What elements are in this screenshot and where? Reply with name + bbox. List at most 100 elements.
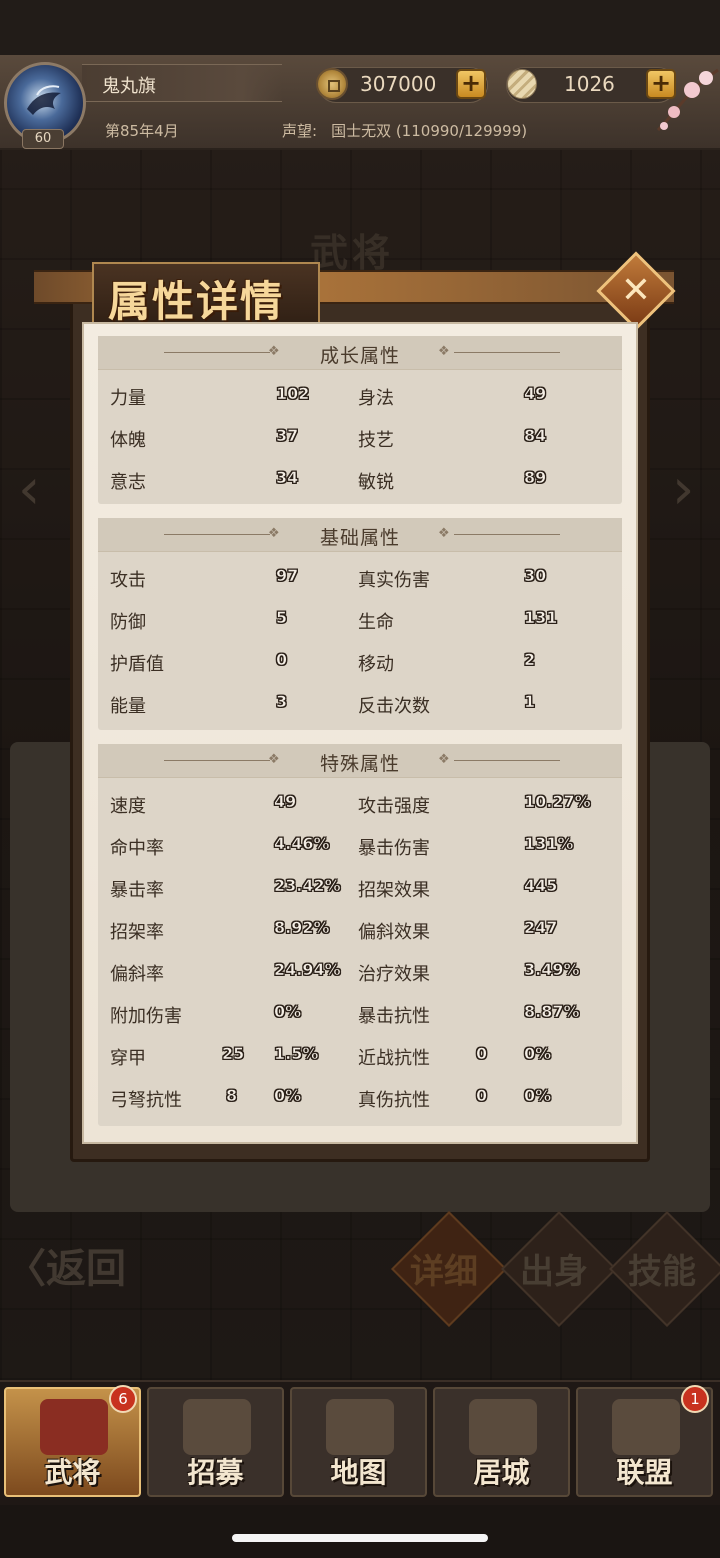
stat-value: 97	[276, 566, 299, 586]
stat-base-value: 0	[476, 1086, 488, 1106]
fame-info: 声望: 国士无双 (110990/129999)	[282, 120, 527, 141]
level-badge: 60	[22, 129, 64, 149]
stat-label: 暴击伤害	[358, 838, 430, 859]
stat-label: 暴击抗性	[358, 1006, 430, 1027]
stat-label: 真伤抗性	[358, 1090, 430, 1111]
stat-label: 速度	[110, 796, 146, 817]
stat-value: 0%	[274, 1086, 302, 1106]
stat-base-value: 0	[476, 1044, 488, 1064]
coin-icon	[316, 68, 348, 100]
fame-label: 声望:	[282, 122, 318, 140]
nav-label: 联盟	[616, 1456, 673, 1489]
stat-value: 0%	[524, 1044, 552, 1064]
special-attributes-section: ❖ 特殊属性 ❖ 速度 49 攻击强度 10.27% 命中率 4.46% 暴击伤…	[98, 744, 622, 1126]
stat-label: 护盾值	[110, 654, 164, 675]
ornament-icon: ❖	[438, 752, 450, 767]
stat-value: 34	[276, 468, 299, 488]
stat-value: 102	[276, 384, 310, 404]
katana-icon	[183, 1399, 251, 1455]
season-date: 第85年4月	[105, 122, 179, 140]
stat-label: 弓弩抗性	[110, 1090, 182, 1111]
cherry-blossom-icon	[656, 68, 719, 132]
basic-attributes-section: ❖ 基础属性 ❖ 攻击 97 真实伤害 30 防御 5 生命 131 护盾值 0…	[98, 518, 622, 730]
nav-label: 武将	[44, 1456, 101, 1489]
stat-label: 命中率	[110, 838, 164, 859]
stat-label: 穿甲	[110, 1048, 146, 1069]
status-bar-area	[0, 0, 720, 60]
section-title: 特殊属性	[319, 753, 400, 775]
nav-generals[interactable]: 武将 6	[4, 1385, 141, 1497]
castle-icon	[469, 1399, 537, 1455]
nav-label: 地图	[330, 1456, 387, 1489]
nav-alliance[interactable]: 联盟 1	[576, 1385, 713, 1497]
add-gold-button[interactable]: +	[456, 69, 486, 99]
stat-base-value: 8	[226, 1086, 238, 1106]
scroll-value: 1026	[564, 72, 615, 96]
stat-label: 身法	[358, 388, 394, 409]
stat-value: 2	[524, 650, 536, 670]
nav-map[interactable]: 地图	[290, 1387, 427, 1497]
stat-label: 能量	[110, 696, 146, 717]
stat-label: 招架率	[110, 922, 164, 943]
stat-value: 37	[276, 426, 299, 446]
stat-value: 131%	[524, 834, 574, 854]
stat-label: 防御	[110, 612, 146, 633]
stat-label: 技艺	[358, 430, 394, 451]
notification-badge: 6	[109, 1385, 137, 1413]
stat-label: 意志	[110, 472, 146, 493]
stat-label: 偏斜率	[110, 964, 164, 985]
stat-label: 攻击强度	[358, 796, 430, 817]
stat-value: 131	[524, 608, 558, 628]
gold-value: 307000	[360, 72, 437, 96]
section-header: ❖ 成长属性 ❖	[98, 336, 622, 370]
stat-value: 0%	[274, 1002, 302, 1022]
stat-label: 真实伤害	[358, 570, 430, 591]
stat-value: 24.94%	[274, 960, 341, 980]
stat-label: 近战抗性	[358, 1048, 430, 1069]
stat-value: 8.87%	[524, 1002, 580, 1022]
player-name: 鬼丸旗	[102, 76, 156, 97]
stat-value: 3.49%	[524, 960, 580, 980]
stat-label: 治疗效果	[358, 964, 430, 985]
stat-value: 247	[524, 918, 558, 938]
stat-value: 89	[524, 468, 547, 488]
stat-value: 0	[276, 650, 288, 670]
ornament-icon: ❖	[438, 344, 450, 359]
banner-icon	[612, 1399, 680, 1455]
stat-label: 体魄	[110, 430, 146, 451]
home-indicator[interactable]	[232, 1534, 488, 1542]
stat-value: 30	[524, 566, 547, 586]
stat-value: 3	[276, 692, 288, 712]
close-icon[interactable]: ✕	[610, 266, 662, 318]
ornament-icon: ❖	[438, 526, 450, 541]
nav-castle[interactable]: 居城	[433, 1387, 570, 1497]
stat-base-value: 25	[222, 1044, 245, 1064]
stat-label: 攻击	[110, 570, 146, 591]
stat-value: 4.46%	[274, 834, 330, 854]
stat-value: 8.92%	[274, 918, 330, 938]
growth-attributes-section: ❖ 成长属性 ❖ 力量 102 身法 49 体魄 37 技艺 84 意志 34 …	[98, 336, 622, 504]
stat-value: 84	[524, 426, 547, 446]
section-header: ❖ 特殊属性 ❖	[98, 744, 622, 778]
stat-label: 生命	[358, 612, 394, 633]
stat-value: 10.27%	[524, 792, 591, 812]
samurai-helmet-icon	[40, 1399, 108, 1455]
stat-label: 偏斜效果	[358, 922, 430, 943]
stat-label: 暴击率	[110, 880, 164, 901]
nav-recruit[interactable]: 招募	[147, 1387, 284, 1497]
stat-label: 敏锐	[358, 472, 394, 493]
stat-label: 招架效果	[358, 880, 430, 901]
map-scroll-icon	[326, 1399, 394, 1455]
section-title: 基础属性	[319, 527, 400, 549]
notification-badge: 1	[681, 1385, 709, 1413]
stat-label: 力量	[110, 388, 146, 409]
stat-value: 49	[524, 384, 547, 404]
stat-value: 5	[276, 608, 288, 628]
stat-value: 23.42%	[274, 876, 341, 896]
stat-value: 49	[274, 792, 297, 812]
nav-label: 居城	[473, 1456, 530, 1489]
section-header: ❖ 基础属性 ❖	[98, 518, 622, 552]
stat-value: 0%	[524, 1086, 552, 1106]
nav-label: 招募	[187, 1456, 244, 1489]
stat-value: 445	[524, 876, 558, 896]
